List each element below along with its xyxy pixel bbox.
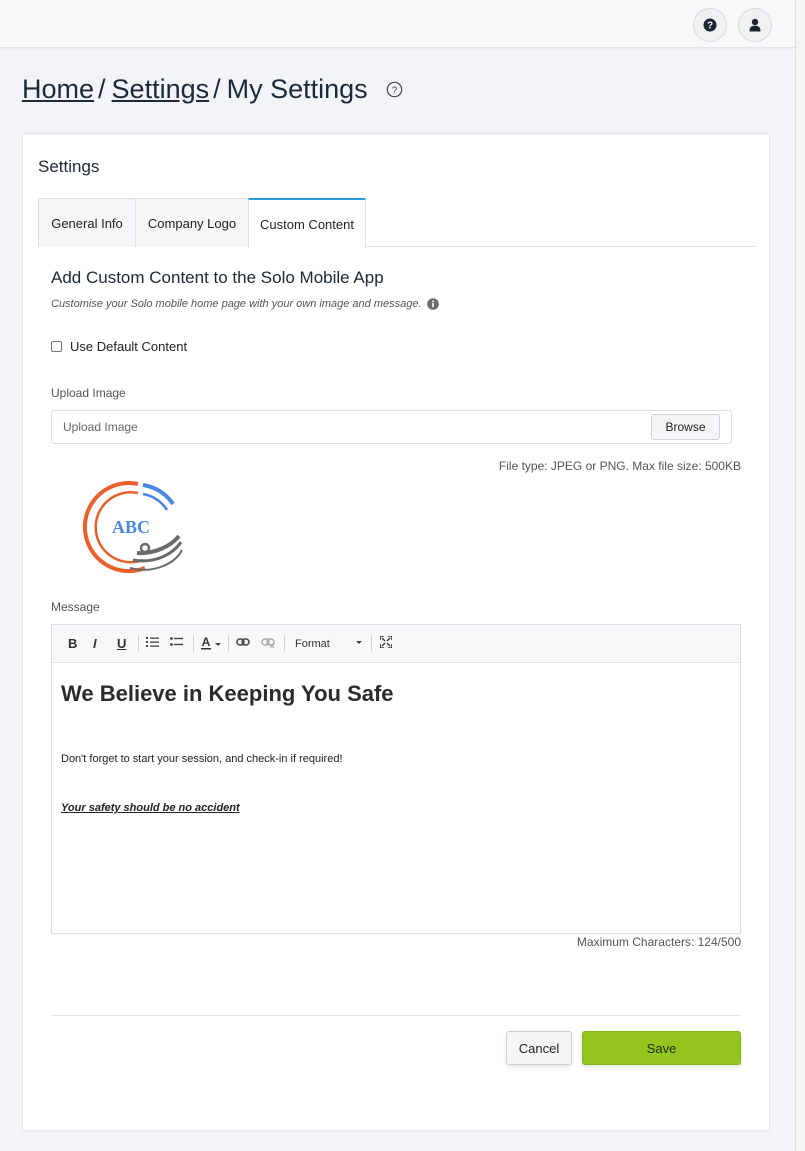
max-characters-counter: Maximum Characters: 124/500	[576, 935, 741, 949]
use-default-content-row[interactable]: Use Default Content	[51, 339, 187, 354]
footer-divider	[51, 1015, 741, 1016]
logo-text: ABC	[112, 517, 150, 537]
section-subtitle: Customise your Solo mobile home page wit…	[51, 298, 439, 310]
file-type-hint: File type: JPEG or PNG. Max file size: 5…	[498, 459, 741, 473]
breadcrumb-settings-link[interactable]: Settings	[112, 74, 210, 105]
save-button[interactable]: Save	[582, 1031, 741, 1065]
editor-heading: We Believe in Keeping You Safe	[61, 681, 394, 706]
upload-image-placeholder: Upload Image	[63, 420, 138, 434]
toolbar-separator	[138, 635, 139, 652]
top-bar: ?	[0, 0, 795, 48]
italic-button[interactable]: I	[93, 636, 97, 652]
card-title: Settings	[38, 157, 100, 176]
unlink-button[interactable]	[261, 636, 275, 652]
user-icon	[749, 18, 761, 32]
use-default-content-checkbox[interactable]	[51, 341, 62, 352]
underline-button[interactable]: U	[117, 636, 126, 652]
link-button[interactable]	[236, 636, 250, 652]
profile-button[interactable]	[738, 8, 772, 42]
toolbar-separator	[371, 635, 372, 652]
use-default-content-label: Use Default Content	[70, 339, 188, 354]
tab-company-logo[interactable]: Company Logo	[135, 198, 249, 247]
tab-custom-content[interactable]: Custom Content	[248, 198, 366, 248]
breadcrumb-current: My Settings	[226, 74, 368, 104]
breadcrumb: Home / Settings / My Settings ?	[22, 74, 403, 105]
subtitle-text: Customise your Solo mobile home page wit…	[51, 298, 422, 310]
text-color-icon: A	[201, 635, 221, 650]
help-icon: ?	[703, 18, 717, 32]
bullet-list-icon	[170, 637, 183, 646]
message-editor[interactable]: B I U A Format We Believe in Keeping You…	[51, 624, 741, 934]
breadcrumb-separator: /	[98, 74, 106, 104]
help-button[interactable]: ?	[693, 8, 727, 42]
ordered-list-button[interactable]	[146, 636, 159, 652]
tab-bar: General Info Company Logo Custom Content	[38, 198, 756, 248]
breadcrumb-separator: /	[213, 74, 221, 104]
section-title: Add Custom Content to the Solo Mobile Ap…	[51, 268, 384, 287]
bullet-list-button[interactable]	[170, 636, 183, 652]
info-icon[interactable]	[426, 298, 439, 310]
toolbar-separator	[284, 635, 285, 652]
svg-text:?: ?	[707, 21, 713, 32]
link-icon	[236, 638, 250, 646]
format-dropdown[interactable]: Format	[295, 636, 330, 652]
format-dropdown-caret[interactable]	[355, 636, 363, 652]
editor-tagline: Your safety should be no accident	[61, 802, 240, 814]
vertical-scrollbar[interactable]	[795, 0, 805, 1151]
caret-down-icon	[356, 641, 362, 644]
format-dropdown-label: Format	[295, 638, 330, 650]
uploaded-logo-preview: ABC	[82, 476, 185, 583]
svg-text:?: ?	[391, 86, 397, 97]
toolbar-separator	[193, 635, 194, 652]
text-color-button[interactable]: A	[201, 635, 223, 654]
cancel-button[interactable]: Cancel	[506, 1031, 572, 1065]
upload-image-label: Upload Image	[51, 386, 126, 400]
tab-general-info[interactable]: General Info	[38, 198, 136, 247]
toolbar-separator	[228, 635, 229, 652]
bold-button[interactable]: B	[68, 636, 77, 652]
message-label: Message	[51, 600, 100, 614]
breadcrumb-home-link[interactable]: Home	[22, 74, 94, 105]
svg-text:A: A	[202, 636, 211, 649]
fullscreen-icon	[379, 635, 393, 649]
fullscreen-button[interactable]	[379, 635, 393, 652]
unlink-icon	[261, 638, 275, 649]
ordered-list-icon	[146, 637, 159, 647]
page-help-icon[interactable]: ?	[386, 81, 403, 98]
upload-image-field[interactable]: Upload Image Browse	[51, 410, 732, 444]
browse-button[interactable]: Browse	[651, 414, 720, 440]
editor-toolbar: B I U A Format	[52, 625, 740, 663]
editor-paragraph: Don't forget to start your session, and …	[61, 753, 343, 765]
